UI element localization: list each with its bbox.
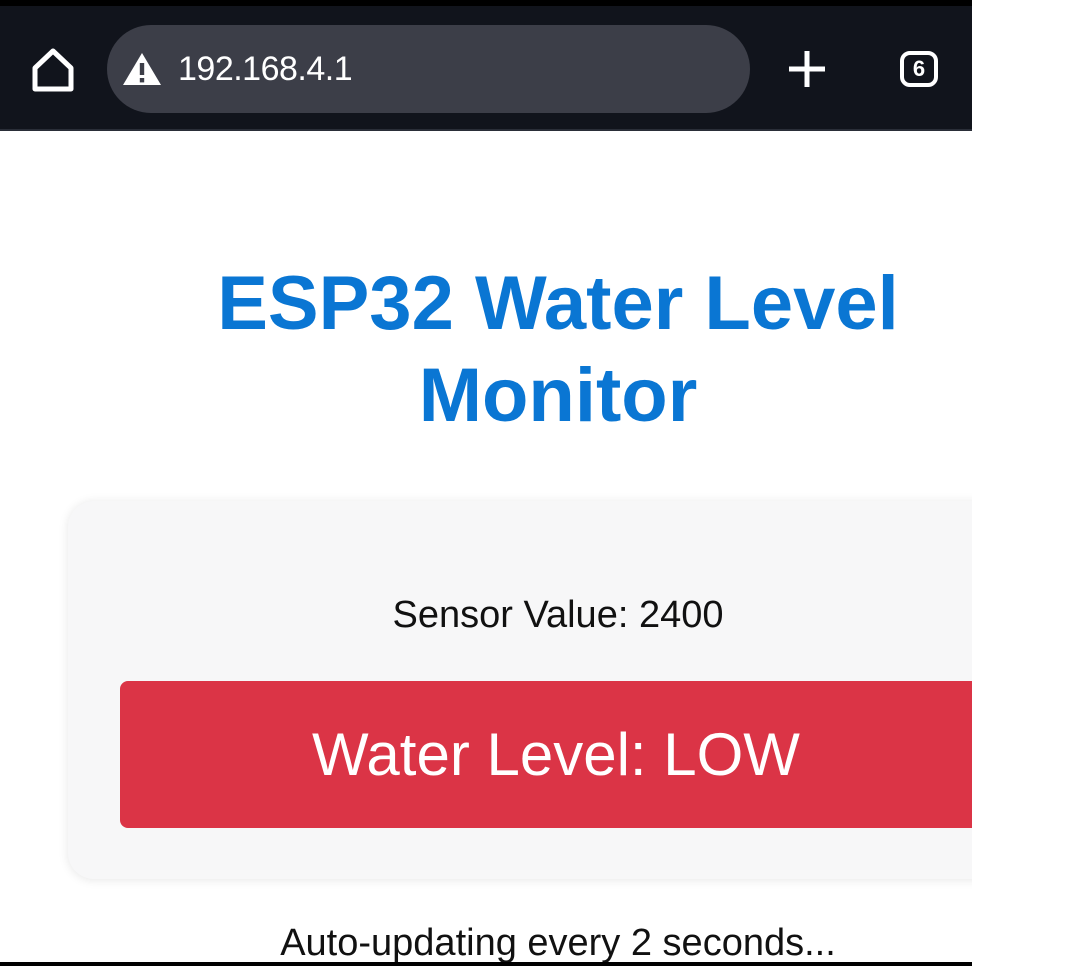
home-button[interactable] [28,46,78,94]
plus-icon [789,51,825,87]
page-title: ESP32 Water Level Monitor [217,261,899,438]
address-bar[interactable]: 192.168.4.1 [107,25,750,113]
browser-viewport: 192.168.4.1 6 ESP32 Water Level Monitor … [0,0,972,966]
home-icon [32,48,74,92]
water-level-status: Water Level: LOW [120,681,972,828]
auto-update-note: Auto-updating every 2 seconds... [280,922,836,964]
status-card: Sensor Value: 2400 Water Level: LOW [68,501,972,879]
status-strip [0,0,972,6]
browser-toolbar: 192.168.4.1 6 [0,0,972,131]
water-level-label: Water Level: LOW [312,721,800,788]
new-tab-button[interactable] [786,48,828,90]
tab-switcher-button[interactable]: 6 [900,51,938,87]
screen-bottom-edge [0,962,972,966]
tab-count: 6 [912,56,926,81]
url-text[interactable]: 192.168.4.1 [178,49,353,89]
sensor-value: Sensor Value: 2400 [392,594,724,636]
warning-icon[interactable] [122,51,162,87]
